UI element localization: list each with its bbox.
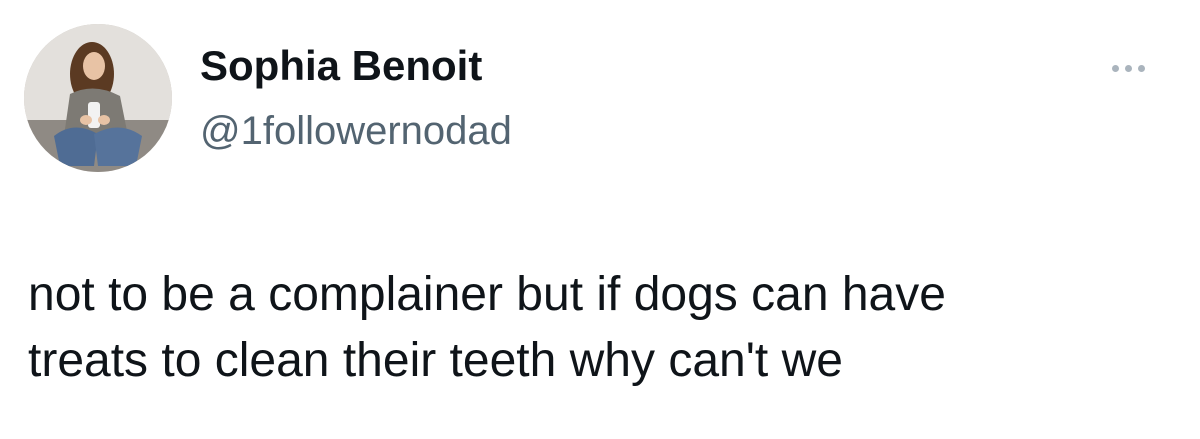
tweet-text: not to be a complainer but if dogs can h… [28,268,946,387]
author-handle[interactable]: @1followernodad [200,106,512,156]
author-display-name[interactable]: Sophia Benoit [200,40,482,92]
more-options-button[interactable] [1098,50,1158,86]
more-horizontal-icon [1111,64,1145,72]
avatar[interactable] [24,24,172,172]
avatar-photo [24,24,172,172]
tweet-card: Sophia Benoit @1followernodad not to be … [0,0,1200,439]
